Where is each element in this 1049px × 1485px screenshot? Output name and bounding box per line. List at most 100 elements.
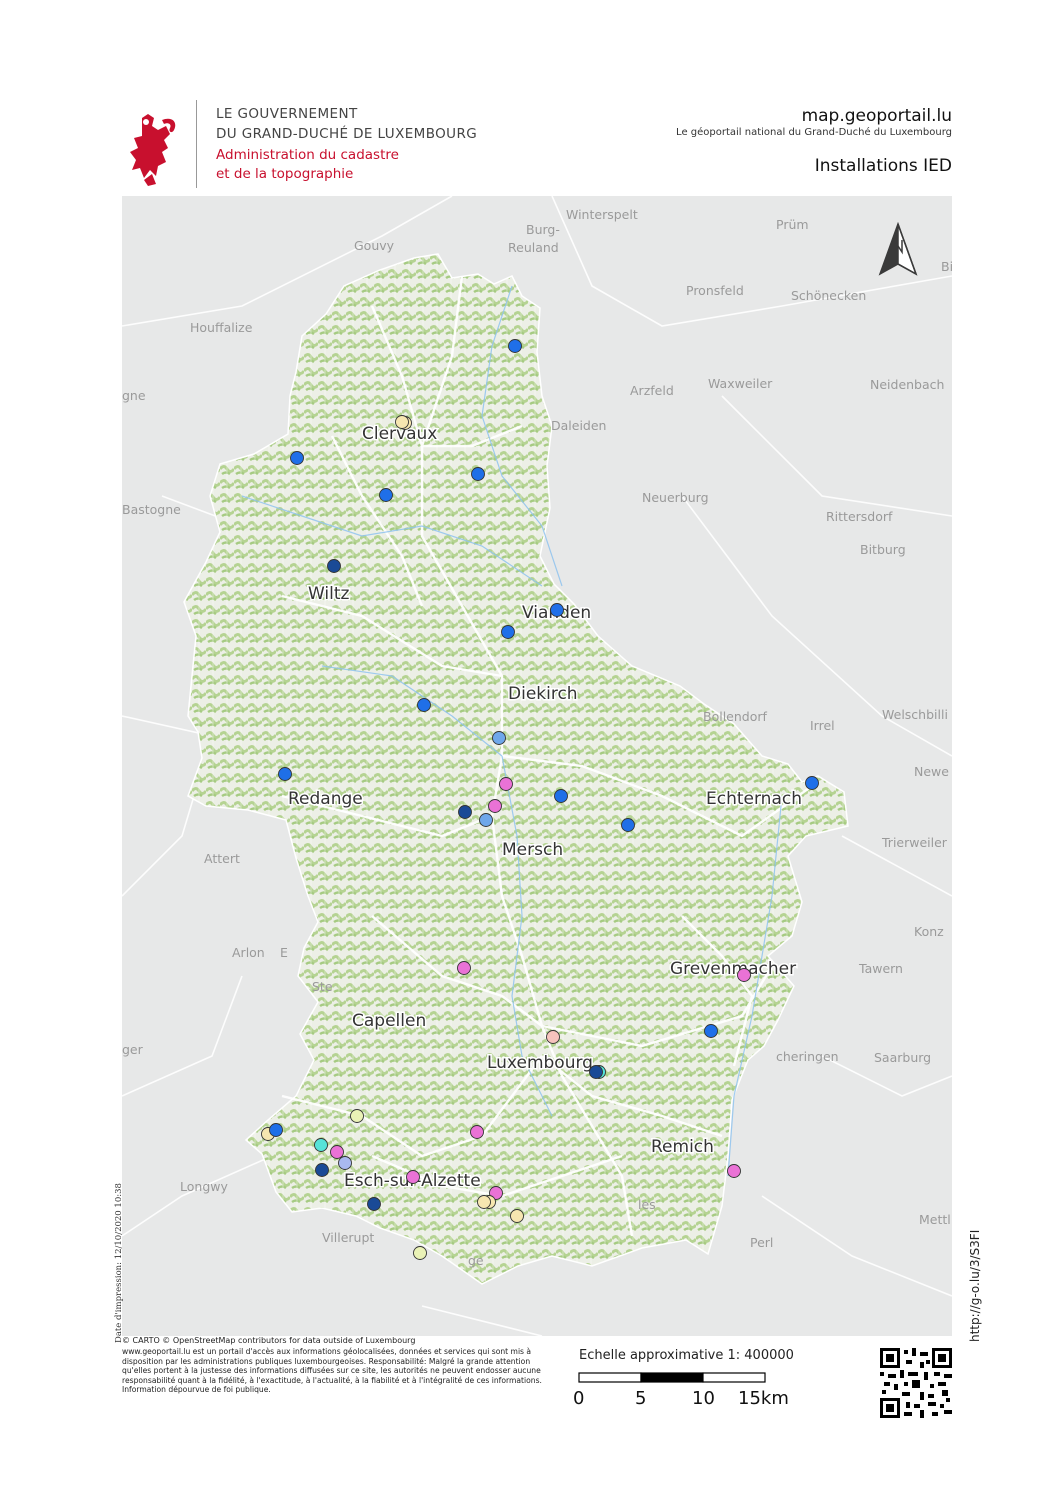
- place-pronsfeld: Pronsfeld: [686, 283, 744, 298]
- ied-marker[interactable]: [269, 1123, 283, 1137]
- ied-marker[interactable]: [315, 1163, 329, 1177]
- ied-marker[interactable]: [278, 767, 292, 781]
- ied-marker[interactable]: [550, 603, 564, 617]
- ied-marker[interactable]: [290, 451, 304, 465]
- place-perl: Perl: [750, 1235, 773, 1250]
- place-trierweiler: Trierweiler: [881, 835, 948, 850]
- map-title: Installations IED: [814, 156, 952, 176]
- ied-marker[interactable]: [413, 1246, 427, 1260]
- place-irrel: Irrel: [810, 718, 835, 733]
- ied-marker[interactable]: [379, 488, 393, 502]
- place-e: E: [280, 945, 288, 960]
- place-gouvy: Gouvy: [354, 238, 395, 253]
- header-divider: [196, 100, 197, 188]
- place-mettl: Mettl: [919, 1212, 951, 1227]
- government-line-1: LE GOUVERNEMENT: [216, 106, 358, 122]
- ied-marker[interactable]: [406, 1170, 420, 1184]
- ied-marker[interactable]: [457, 961, 471, 975]
- town-grevenmacher: Grevenmacher: [670, 959, 796, 979]
- place-newe: Newe: [914, 764, 949, 779]
- place-waxweiler: Waxweiler: [708, 376, 773, 391]
- administration-line-2: et de la topographie: [216, 166, 354, 182]
- map-canvas: Winterspelt Prüm Burg- Reuland Gouvy Bi …: [122, 196, 952, 1336]
- town-wiltz: Wiltz: [308, 584, 350, 604]
- place-tawern: Tawern: [858, 961, 903, 976]
- ied-marker[interactable]: [621, 818, 635, 832]
- place-scheringen: cheringen: [776, 1049, 839, 1064]
- town-diekirch: Diekirch: [508, 684, 578, 704]
- ied-marker[interactable]: [338, 1156, 352, 1170]
- scale-label-0: 0: [573, 1388, 585, 1409]
- place-saarburg: Saarburg: [874, 1050, 931, 1065]
- ied-marker[interactable]: [508, 339, 522, 353]
- place-ste: Ste: [312, 979, 333, 994]
- ied-marker[interactable]: [546, 1030, 560, 1044]
- ied-marker[interactable]: [727, 1164, 741, 1178]
- scale-label-15km: 15km: [738, 1388, 789, 1409]
- place-schonecken: Schönecken: [791, 288, 866, 303]
- ied-marker[interactable]: [554, 789, 568, 803]
- map-view[interactable]: Winterspelt Prüm Burg- Reuland Gouvy Bi …: [122, 196, 952, 1336]
- place-bi: Bi: [941, 259, 952, 274]
- place-arlon: Arlon: [232, 945, 265, 960]
- place-bollendorf: Bollendorf: [703, 709, 768, 724]
- scale-label-10: 10: [692, 1388, 715, 1409]
- ied-marker[interactable]: [367, 1197, 381, 1211]
- ied-marker[interactable]: [510, 1209, 524, 1223]
- ied-marker[interactable]: [499, 777, 513, 791]
- place-ger: ger: [122, 1042, 144, 1057]
- print-date: Date d'impression: 12/10/2020 10:38: [114, 1183, 124, 1343]
- ied-marker[interactable]: [470, 1125, 484, 1139]
- town-luxembourg: Luxembourg: [487, 1053, 593, 1073]
- qr-code-icon: [880, 1348, 952, 1418]
- place-winterspelt: Winterspelt: [566, 207, 638, 222]
- ied-marker[interactable]: [737, 968, 751, 982]
- place-villerupt: Villerupt: [322, 1230, 374, 1245]
- ied-marker[interactable]: [327, 559, 341, 573]
- site-name[interactable]: map.geoportail.lu: [802, 106, 952, 126]
- ied-marker[interactable]: [492, 731, 506, 745]
- administration-line-1: Administration du cadastre: [216, 147, 399, 163]
- place-bitburg: Bitburg: [860, 542, 906, 557]
- place-bastogne: Bastogne: [122, 502, 181, 517]
- place-daleiden: Daleiden: [551, 418, 606, 433]
- ied-marker[interactable]: [350, 1109, 364, 1123]
- site-subtitle: Le géoportail national du Grand-Duché du…: [676, 127, 952, 138]
- ied-marker[interactable]: [501, 625, 515, 639]
- map-attribution: © CARTO © OpenStreetMap contributors for…: [122, 1336, 416, 1345]
- place-attert: Attert: [204, 851, 240, 866]
- town-remich: Remich: [651, 1137, 714, 1157]
- place-rittersdorf: Rittersdorf: [826, 509, 893, 524]
- ied-marker[interactable]: [589, 1065, 603, 1079]
- place-houffalize: Houffalize: [190, 320, 253, 335]
- scale-label-5: 5: [635, 1388, 647, 1409]
- ied-marker[interactable]: [314, 1138, 328, 1152]
- place-prum: Prüm: [776, 217, 809, 232]
- town-echternach: Echternach: [706, 789, 802, 809]
- ied-marker[interactable]: [330, 1145, 344, 1159]
- ied-marker[interactable]: [417, 698, 431, 712]
- place-gne: gne: [122, 388, 146, 403]
- place-longwy: Longwy: [180, 1179, 228, 1194]
- place-burg: Burg-: [526, 222, 560, 237]
- ied-marker[interactable]: [704, 1024, 718, 1038]
- ied-marker[interactable]: [479, 813, 493, 827]
- ied-marker[interactable]: [805, 776, 819, 790]
- government-line-2: DU GRAND-DUCHÉ DE LUXEMBOURG: [216, 126, 478, 142]
- town-mersch: Mersch: [502, 840, 563, 860]
- town-capellen: Capellen: [352, 1011, 426, 1031]
- place-konz: Konz: [914, 924, 944, 939]
- place-reuland: Reuland: [508, 240, 559, 255]
- ied-marker[interactable]: [471, 467, 485, 481]
- ied-marker[interactable]: [458, 805, 472, 819]
- north-arrow-icon: [878, 222, 918, 276]
- place-ge: ge: [468, 1253, 484, 1268]
- ied-marker[interactable]: [477, 1195, 491, 1209]
- ied-marker[interactable]: [488, 799, 502, 813]
- scale-text: Echelle approximative 1: 400000: [579, 1348, 794, 1363]
- place-neuerburg: Neuerburg: [642, 490, 709, 505]
- ied-marker[interactable]: [395, 415, 409, 429]
- place-arzfeld: Arzfeld: [630, 383, 674, 398]
- town-redange: Redange: [288, 789, 363, 809]
- permalink[interactable]: http://g-o.lu/3/S3FI: [968, 1230, 982, 1342]
